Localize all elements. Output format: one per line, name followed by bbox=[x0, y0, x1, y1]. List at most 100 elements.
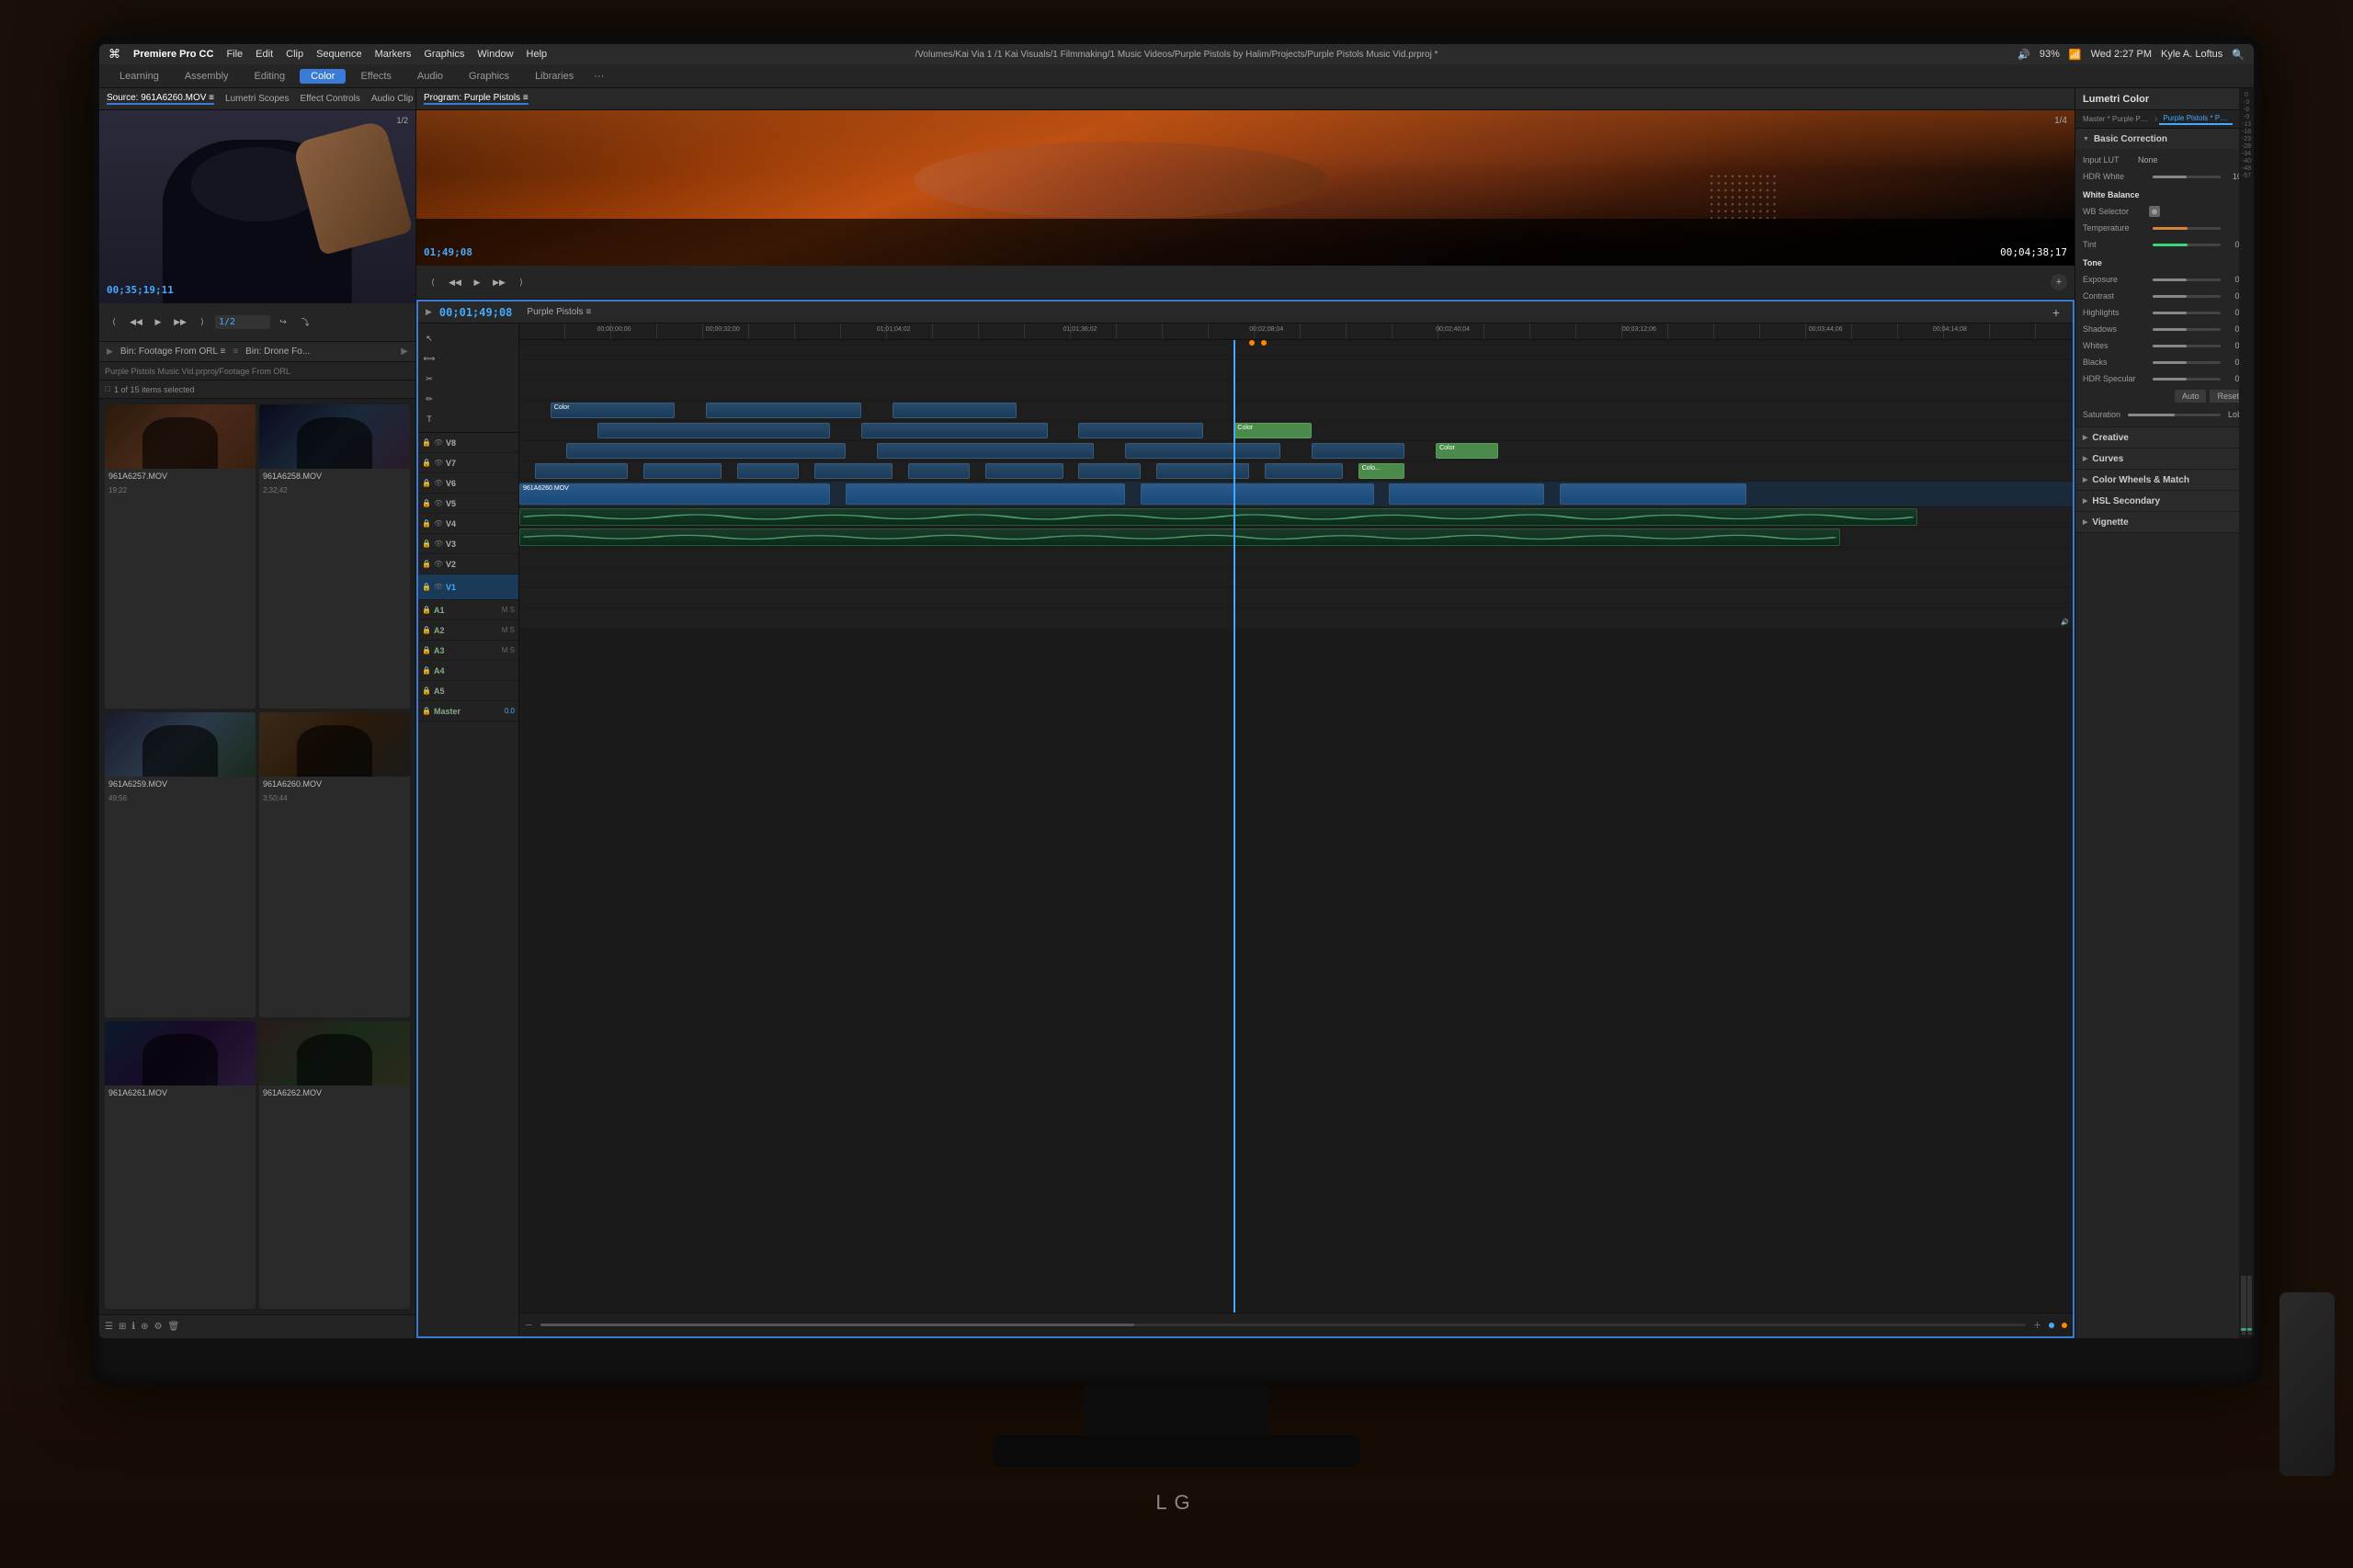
curves-header[interactable]: Curves ↺ bbox=[2075, 449, 2254, 469]
wb-eyedropper[interactable]: ⊕ bbox=[2149, 206, 2160, 217]
master-volume-btn[interactable]: 🔊 bbox=[2061, 619, 2069, 626]
source-step-back[interactable]: ◀◀ bbox=[127, 313, 145, 332]
tab-assembly[interactable]: Assembly bbox=[174, 69, 240, 84]
whites-slider[interactable] bbox=[2153, 345, 2221, 347]
auto-button[interactable]: Auto bbox=[2175, 390, 2207, 403]
clip-v4-2[interactable] bbox=[861, 423, 1048, 438]
playhead[interactable] bbox=[1233, 340, 1235, 1312]
clip-v5-2[interactable] bbox=[706, 403, 861, 418]
saturation-slider[interactable] bbox=[2128, 414, 2221, 416]
menu-edit[interactable]: Edit bbox=[256, 49, 273, 60]
menu-sequence[interactable]: Sequence bbox=[316, 49, 362, 60]
tab-audio[interactable]: Audio bbox=[406, 69, 454, 84]
list-item[interactable]: 961A6258.MOV 2;32;42 bbox=[259, 404, 410, 709]
list-item[interactable]: 961A6262.MOV bbox=[259, 1021, 410, 1309]
list-item[interactable]: 961A6261.MOV bbox=[105, 1021, 256, 1309]
clip-v5-1[interactable]: Color bbox=[551, 403, 675, 418]
tab-effects[interactable]: Effects bbox=[349, 69, 402, 84]
menu-clip[interactable]: Clip bbox=[286, 49, 303, 60]
shadows-slider[interactable] bbox=[2153, 328, 2221, 331]
clip-v1-2[interactable] bbox=[846, 483, 1125, 505]
tool-razor[interactable]: ✂ bbox=[420, 369, 438, 388]
tool-text[interactable]: T bbox=[420, 410, 438, 428]
prog-mark-in[interactable]: ⟨ bbox=[424, 273, 442, 291]
bin-search-icon[interactable]: ⊕ bbox=[141, 1322, 148, 1332]
tab-color[interactable]: Color bbox=[300, 69, 346, 84]
menu-window[interactable]: Window bbox=[477, 49, 513, 60]
source-insert[interactable]: ↪ bbox=[274, 313, 292, 332]
prog-mark-out[interactable]: ⟩ bbox=[512, 273, 530, 291]
timeline-zoom-out[interactable]: － bbox=[525, 1319, 533, 1331]
clip-v3-color[interactable]: Color bbox=[1436, 443, 1498, 459]
clip-v3-3[interactable] bbox=[1125, 443, 1280, 459]
search-icon[interactable]: 🔍 bbox=[2232, 49, 2245, 61]
bin-settings-icon[interactable]: ⚙ bbox=[154, 1322, 163, 1332]
tab-more[interactable]: ··· bbox=[588, 69, 609, 84]
bin-delete-icon[interactable]: 🗑 bbox=[168, 1322, 180, 1332]
clip-v2-2[interactable] bbox=[643, 463, 722, 479]
lumetri-tab-master[interactable]: Master * Purple Pistols.mp3 bbox=[2079, 114, 2153, 124]
list-item[interactable]: 961A6260.MOV 3;50;44 bbox=[259, 712, 410, 1017]
clip-v3-1[interactable] bbox=[566, 443, 846, 459]
clip-a2-main[interactable] bbox=[519, 528, 1840, 546]
clip-v3-2[interactable] bbox=[877, 443, 1095, 459]
clip-v2-5[interactable] bbox=[908, 463, 971, 479]
source-overwrite[interactable]: ⤵ bbox=[296, 313, 314, 332]
hdr-specular-slider[interactable] bbox=[2153, 378, 2221, 381]
tab-graphics[interactable]: Graphics bbox=[458, 69, 520, 84]
input-lut-value[interactable]: None bbox=[2138, 155, 2158, 165]
menu-markers[interactable]: Markers bbox=[375, 49, 412, 60]
source-play-stop[interactable]: ▶ bbox=[149, 313, 167, 332]
tab-editing[interactable]: Editing bbox=[244, 69, 297, 84]
vignette-header[interactable]: Vignette ↺ bbox=[2075, 512, 2254, 532]
exposure-slider[interactable] bbox=[2153, 278, 2221, 281]
highlights-slider[interactable] bbox=[2153, 312, 2221, 314]
list-item[interactable]: 961A6257.MOV 19;22 bbox=[105, 404, 256, 709]
bin-list-icon[interactable]: ☰ bbox=[105, 1322, 113, 1332]
creative-header[interactable]: Creative ↺ bbox=[2075, 427, 2254, 448]
tool-select[interactable]: ↖ bbox=[420, 329, 438, 347]
source-tab-main[interactable]: Source: 961A6260.MOV ≡ bbox=[107, 93, 214, 105]
prog-step-fwd[interactable]: ▶▶ bbox=[490, 273, 508, 291]
contrast-slider[interactable] bbox=[2153, 295, 2221, 298]
prog-step-back[interactable]: ◀◀ bbox=[446, 273, 464, 291]
bin-meta-icon[interactable]: ℹ bbox=[131, 1322, 135, 1332]
timeline-zoom-slider[interactable] bbox=[540, 1324, 2026, 1326]
hsl-secondary-header[interactable]: HSL Secondary ↺ bbox=[2075, 491, 2254, 511]
clip-v2-color[interactable]: Colo... bbox=[1358, 463, 1405, 479]
clip-v1-5[interactable] bbox=[1560, 483, 1746, 505]
clip-v2-4[interactable] bbox=[814, 463, 892, 479]
source-mark-out[interactable]: ⟩ bbox=[193, 313, 211, 332]
timeline-zoom-in[interactable]: ＋ bbox=[2033, 1319, 2041, 1331]
menu-graphics[interactable]: Graphics bbox=[424, 49, 464, 60]
clip-v4-1[interactable] bbox=[597, 423, 831, 438]
clip-v2-7[interactable] bbox=[1078, 463, 1141, 479]
clip-v1-3[interactable] bbox=[1141, 483, 1374, 505]
clip-v4-color[interactable]: Color bbox=[1233, 423, 1312, 438]
list-item[interactable]: 961A6259.MOV 49;56 bbox=[105, 712, 256, 1017]
clip-v1-1[interactable]: 961A6260.MOV bbox=[519, 483, 830, 505]
clip-v4-3[interactable] bbox=[1078, 423, 1202, 438]
bin-grid-icon[interactable]: ⊞ bbox=[119, 1322, 126, 1332]
hdr-white-slider[interactable] bbox=[2153, 176, 2221, 178]
clip-v5-3[interactable] bbox=[892, 403, 1017, 418]
basic-correction-header[interactable]: Basic Correction ↺ bbox=[2075, 129, 2254, 149]
bin-expand[interactable]: ▶ bbox=[401, 347, 408, 357]
clip-v3-4[interactable] bbox=[1312, 443, 1404, 459]
clip-v1-4[interactable] bbox=[1389, 483, 1544, 505]
tab-learning[interactable]: Learning bbox=[108, 69, 170, 84]
source-tab-effects[interactable]: Effect Controls bbox=[301, 94, 360, 104]
tool-ripple[interactable]: ⟺ bbox=[420, 349, 438, 368]
color-wheels-header[interactable]: Color Wheels & Match ↺ bbox=[2075, 470, 2254, 490]
source-zoom-input[interactable] bbox=[215, 315, 270, 329]
prog-play[interactable]: ▶ bbox=[468, 273, 486, 291]
source-tab-scopes[interactable]: Lumetri Scopes bbox=[225, 94, 289, 104]
lumetri-tab-active[interactable]: Purple Pistols * Purple Pistols.m... bbox=[2159, 113, 2233, 125]
source-step-fwd[interactable]: ▶▶ bbox=[171, 313, 189, 332]
timeline-add-track[interactable]: + bbox=[2047, 303, 2065, 322]
clip-v2-1[interactable] bbox=[535, 463, 628, 479]
clip-v2-9[interactable] bbox=[1265, 463, 1343, 479]
clip-a1-main[interactable] bbox=[519, 508, 1917, 526]
source-mark-in[interactable]: ⟨ bbox=[105, 313, 123, 332]
tint-slider[interactable] bbox=[2153, 244, 2221, 246]
